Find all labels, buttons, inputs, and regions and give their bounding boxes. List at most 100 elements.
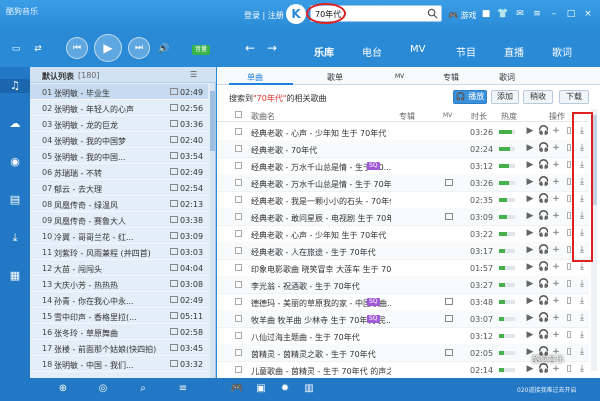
cd-icon[interactable]: ◎ <box>96 382 110 396</box>
playlist-item[interactable]: 12 大苗 - 闯闯头 04:04 <box>30 260 208 276</box>
tab-mv[interactable]: MV <box>410 44 425 55</box>
row-checkbox[interactable] <box>235 298 242 305</box>
listen-icon[interactable]: 🎧 <box>538 296 549 307</box>
mv-icon[interactable] <box>170 216 178 223</box>
locate-icon[interactable]: ≡ <box>176 382 190 396</box>
song-title[interactable]: 八仙过海主题曲 - 生于 70年代 <box>251 332 391 343</box>
playlist-header[interactable]: 默认列表 [180] ☰ <box>30 67 216 83</box>
listen-icon[interactable]: 🎧 <box>538 262 549 273</box>
table-row[interactable]: 李光翁 - 祝酒歌 - 生于 70年代 03:27 ▶ 🎧 + ▯ ⤓ <box>217 276 589 294</box>
playlist-item[interactable]: 15 雪中印声 - 香格里拉(... 05:11 <box>30 308 208 324</box>
song-title[interactable]: 经典老歌 - 心声 - 少年知 生于 70年代 <box>251 230 391 241</box>
tab-radio[interactable]: 电台 <box>362 44 382 59</box>
play-icon[interactable]: ▶ <box>525 126 535 137</box>
listen-icon[interactable]: 🎧 <box>538 330 549 341</box>
tab-programs[interactable]: 节目 <box>456 44 476 59</box>
playlist-item[interactable]: 02 张明敏 - 年轻人的心声 02:56 <box>30 100 208 116</box>
listen-icon[interactable]: 🎧 <box>538 228 549 239</box>
row-checkbox[interactable] <box>235 332 242 339</box>
add-icon[interactable]: + <box>551 364 561 375</box>
mv-icon[interactable] <box>445 179 453 186</box>
mv-icon[interactable] <box>445 213 453 220</box>
register-link[interactable]: 注册 <box>268 11 284 20</box>
volume-badge[interactable]: 音量 <box>192 45 210 55</box>
table-row[interactable]: 印象电影歌曲 晓笑冒幸 大莲车 生于 70年代 01:57 ▶🎧+▯⤓ <box>217 259 589 277</box>
mv-icon[interactable] <box>170 200 178 207</box>
listen-icon[interactable]: 🎧 <box>538 364 549 375</box>
add-icon[interactable]: + <box>551 262 561 273</box>
shuffle-icon[interactable]: ⇄ <box>32 43 44 55</box>
download-icon[interactable]: ⤓ <box>577 296 587 307</box>
table-row[interactable]: 经典老歌 - 70年代 02:24 ▶ 🎧 + ▯ ⤓ <box>217 140 589 158</box>
login-link[interactable]: 登录 <box>244 11 260 20</box>
listen-icon[interactable]: 🎧 <box>538 313 549 324</box>
mv-icon[interactable] <box>170 88 178 95</box>
play-button[interactable]: ▶ <box>94 34 122 62</box>
mv-icon[interactable] <box>445 349 453 356</box>
mv-icon[interactable] <box>445 298 453 305</box>
cloud-icon[interactable]: ☁ <box>8 117 22 131</box>
song-title[interactable]: 儿童歌曲 - 茵精灵 - 生于 70年代 的声之家 <box>251 366 391 377</box>
listen-icon[interactable]: 🎧 <box>538 245 549 256</box>
game-icon[interactable]: 🎮 <box>230 382 244 396</box>
phone-icon[interactable]: ▯ <box>564 279 574 290</box>
play-icon[interactable]: ▶ <box>525 279 535 290</box>
song-title[interactable]: 经典老歌 - 心声 - 少年知 生于 70年代 <box>251 128 391 139</box>
playlist-scrollbar[interactable] <box>210 83 215 378</box>
listen-icon[interactable]: 🎧 <box>538 194 549 205</box>
play-icon[interactable]: ▶ <box>525 143 535 154</box>
menu-icon[interactable]: ≡ <box>531 8 543 20</box>
playlist-item[interactable]: 06 苏瑞瑞 - 不转 02:49 <box>30 164 208 180</box>
add-icon[interactable]: ⊕ <box>56 382 70 396</box>
listen-icon[interactable]: 🎧 <box>538 126 549 137</box>
mv-icon[interactable] <box>170 328 178 335</box>
radio-icon[interactable]: ◉ <box>8 155 22 169</box>
mv-icon[interactable] <box>170 120 178 127</box>
table-row[interactable]: 经典老歌 - 万水千山总是情 - 生于 70... SQ 03:12 ▶ 🎧 + ▯ ⤓ <box>217 157 589 175</box>
listen-icon[interactable]: 🎧 <box>538 160 549 171</box>
table-row[interactable]: 经典老歌 - 人在旅途 - 生于 70年代 03:17 ▶ 🎧 + ▯ ⤓ <box>217 242 589 260</box>
download-icon[interactable]: ⤓ <box>577 279 587 290</box>
add-icon[interactable]: + <box>551 143 561 154</box>
playlist-item[interactable]: 08 凤凰传奇 - 绿温风 02:13 <box>30 196 208 212</box>
song-title[interactable]: 茵精灵 - 茵精灵之歌 - 生于 70年代 <box>251 349 391 360</box>
play-icon[interactable]: ▶ <box>525 211 535 222</box>
play-all-button[interactable]: 🎧 播放 <box>453 90 487 104</box>
song-title[interactable]: 李光翁 - 祝酒歌 - 生于 70年代 <box>251 281 391 292</box>
mv-icon[interactable] <box>170 152 178 159</box>
chart-icon[interactable]: ▥ <box>302 382 316 396</box>
add-button[interactable]: 添加 <box>491 90 519 104</box>
download-all-button[interactable]: 下载 <box>559 90 589 104</box>
play-icon[interactable]: ▶ <box>525 160 535 171</box>
volume-icon[interactable]: 🔊 <box>158 43 170 55</box>
play-icon[interactable]: ▶ <box>525 330 535 341</box>
skin-icon[interactable]: 👕 <box>497 8 509 20</box>
playlist-item[interactable]: 01 张明敏 - 毕业生 02:49 <box>30 84 208 100</box>
phone-icon[interactable]: ▯ <box>564 313 574 324</box>
subtab-lyrics[interactable]: 歌词 <box>499 72 515 83</box>
maximize-icon[interactable]: □ <box>565 8 577 20</box>
playlist-scroll-thumb[interactable] <box>210 91 215 151</box>
add-icon[interactable]: + <box>551 177 561 188</box>
game-link[interactable]: 🎮 游戏 <box>448 10 477 21</box>
add-icon[interactable]: + <box>551 245 561 256</box>
play-icon[interactable]: ▶ <box>525 262 535 273</box>
download-icon[interactable]: ⤓ <box>8 231 22 245</box>
mv-icon[interactable] <box>170 296 178 303</box>
minimize-icon[interactable]: – <box>548 8 560 20</box>
play-icon[interactable]: ▶ <box>525 228 535 239</box>
kugou-logo[interactable]: K <box>286 4 306 24</box>
add-icon[interactable]: + <box>551 160 561 171</box>
mv-icon[interactable] <box>170 360 178 367</box>
play-icon[interactable]: ▶ <box>525 177 535 188</box>
search-icon[interactable]: ⌕ <box>136 382 150 396</box>
mv-icon[interactable] <box>170 264 178 271</box>
tab-library[interactable]: 乐库 <box>314 44 334 59</box>
playlist-item[interactable]: 10 冷翼 - 哥哥兰花 - 红... 03:09 <box>30 228 208 244</box>
playlist-menu-icon[interactable]: ☰ <box>190 70 197 79</box>
table-row[interactable]: 经典老歌 - 心声 - 少年知 生于 70年代 03:26 ▶ 🎧 + ▯ ⤓ <box>217 123 589 141</box>
mall-icon[interactable]: ■ <box>480 8 492 20</box>
add-icon[interactable]: + <box>551 313 561 324</box>
message-icon[interactable]: ✉ <box>514 8 526 20</box>
mv-icon[interactable] <box>170 136 178 143</box>
